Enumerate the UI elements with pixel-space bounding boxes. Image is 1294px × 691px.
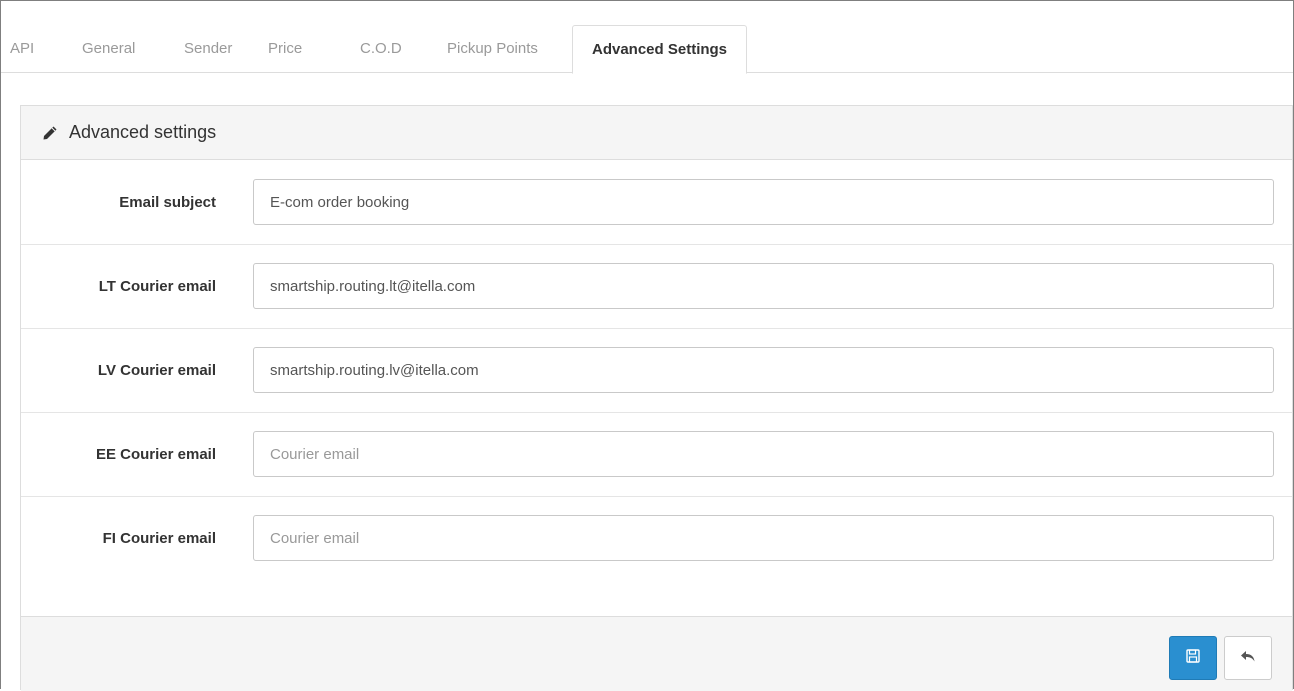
email-subject-label: Email subject	[119, 194, 216, 211]
fi-courier-email-input[interactable]	[253, 515, 1274, 561]
pencil-icon	[41, 124, 59, 142]
tab-pickup-points[interactable]: Pickup Points	[447, 24, 538, 73]
app-frame: API General Sender Price C.O.D Pickup Po…	[0, 0, 1294, 691]
tab-cod[interactable]: C.O.D	[360, 24, 402, 73]
tab-api[interactable]: API	[10, 24, 34, 73]
cancel-button[interactable]	[1224, 636, 1272, 680]
panel-footer	[21, 616, 1292, 691]
lt-courier-email-input[interactable]	[253, 263, 1274, 309]
email-subject-input[interactable]	[253, 179, 1274, 225]
lv-courier-email-input[interactable]	[253, 347, 1274, 393]
tab-general[interactable]: General	[82, 24, 135, 73]
tab-sender[interactable]: Sender	[184, 24, 232, 73]
ee-courier-email-input[interactable]	[253, 431, 1274, 477]
advanced-settings-panel: Advanced settings Email subject LT Couri…	[20, 105, 1293, 691]
form-row-email-subject: Email subject	[21, 161, 1292, 245]
floppy-disk-icon	[1186, 648, 1200, 668]
lv-courier-email-label: LV Courier email	[97, 362, 216, 379]
form-row-fi-courier-email: FI Courier email	[21, 497, 1292, 581]
settings-tabs: API General Sender Price C.O.D Pickup Po…	[1, 24, 1293, 74]
tab-advanced-settings[interactable]: Advanced Settings	[572, 25, 748, 74]
form-row-lt-courier-email: LT Courier email	[21, 245, 1292, 329]
panel-title: Advanced settings	[69, 122, 217, 142]
fi-courier-email-label: FI Courier email	[102, 530, 216, 547]
tab-price[interactable]: Price	[268, 24, 302, 73]
panel-heading: Advanced settings	[21, 106, 1292, 160]
form-row-ee-courier-email: EE Courier email	[21, 413, 1292, 497]
save-button[interactable]	[1169, 636, 1217, 680]
ee-courier-email-label: EE Courier email	[95, 446, 216, 463]
lt-courier-email-label: LT Courier email	[98, 278, 216, 295]
form-row-lv-courier-email: LV Courier email	[21, 329, 1292, 413]
reply-arrow-icon	[1240, 649, 1256, 668]
